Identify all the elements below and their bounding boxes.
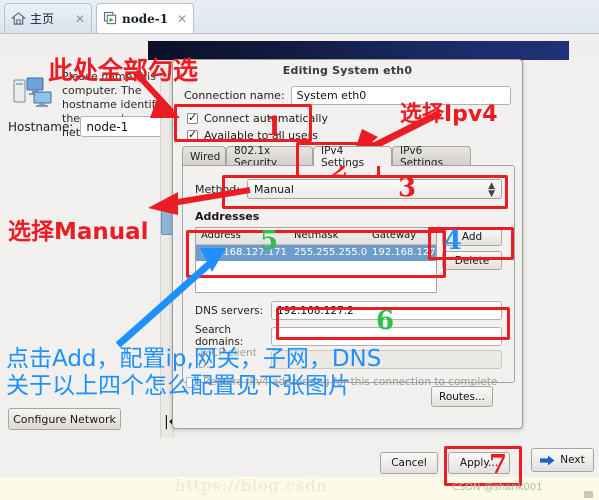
dialog-title: Editing System eth0 — [282, 64, 413, 77]
tab-node-1[interactable]: node-1 ✕ — [96, 3, 194, 33]
column-address: Address — [201, 230, 241, 241]
delete-address-button[interactable]: Delete — [442, 251, 502, 270]
tab-home-label: 主页 — [30, 12, 55, 26]
dns-servers-input[interactable]: 192.168.127.2 — [271, 301, 502, 320]
configure-network-button[interactable]: Configure Network — [8, 408, 121, 430]
connect-automatically-label: Connect automatically — [204, 112, 328, 125]
tab-node-1-label: node-1 — [122, 11, 169, 26]
tab-802-1x-security[interactable]: 802.1x Security — [226, 145, 313, 169]
method-dropdown[interactable]: Manual ▲ ▼ — [246, 179, 502, 199]
dns-servers-row: DNS servers: 192.168.127.2 — [195, 301, 502, 320]
dhcp-client-id-row: DHCP client ID: — [195, 347, 502, 371]
tab-node-1-close-icon[interactable]: ✕ — [173, 12, 187, 26]
connection-name-label: Connection name: — [184, 89, 285, 102]
tab-wired[interactable]: Wired — [182, 146, 226, 166]
column-gateway: Gateway — [372, 230, 417, 241]
watermark-url: https://blog.csdn. — [175, 476, 334, 495]
vm-icon — [103, 11, 118, 26]
cell-netmask: 255.255.255.0 — [294, 247, 368, 258]
search-domains-label: Search domains: — [195, 324, 244, 348]
tab-home-close-icon[interactable]: ✕ — [71, 12, 85, 26]
checkbox-checked-icon — [187, 128, 198, 141]
tab-home[interactable]: 主页 ✕ — [4, 3, 92, 33]
computer-network-icon — [13, 76, 55, 110]
cell-address: 192.168.127.171 — [201, 247, 287, 258]
dhcp-client-id-label: DHCP client ID: — [195, 347, 257, 371]
dns-servers-label: DNS servers: — [195, 304, 264, 317]
available-to-all-users-label: Available to all users — [204, 129, 318, 142]
search-domains-row: Search domains: — [195, 324, 502, 348]
next-button[interactable]: Next — [531, 448, 594, 472]
checkbox-unchecked-icon — [186, 376, 197, 388]
connection-name-input[interactable]: System eth0 — [290, 86, 511, 105]
console-title-bar — [148, 41, 569, 60]
tab-ipv4-settings-label: IPv4 Settings — [321, 144, 365, 169]
column-netmask: Netmask — [294, 230, 339, 241]
ipv4-settings-panel: Method: Manual ▲ ▼ Addresses Address Netm… — [182, 165, 515, 383]
browser-tab-strip: 主页 ✕ node-1 ✕ — [0, 0, 599, 34]
connect-automatically-checkbox[interactable]: Connect automatically — [187, 111, 328, 125]
search-domains-input[interactable] — [271, 326, 502, 346]
addresses-table-header: Address Netmask Gateway — [196, 228, 436, 245]
cell-gateway: 192.168.127.2 — [372, 247, 436, 258]
method-row: Method: Manual ▲ ▼ — [195, 179, 502, 199]
method-value: Manual — [253, 182, 294, 196]
available-to-all-users-checkbox[interactable]: Available to all users — [187, 128, 318, 142]
routes-button[interactable]: Routes... — [431, 386, 493, 407]
home-icon — [10, 11, 27, 26]
next-button-label: Next — [560, 454, 585, 466]
cancel-button[interactable]: Cancel — [380, 452, 438, 474]
apply-button[interactable]: Apply... — [448, 452, 510, 474]
addresses-section-label: Addresses — [195, 210, 260, 223]
watermark-logo-icon — [584, 491, 593, 498]
dialog-tab-bar: Wired 802.1x Security IPv4 Settings IPv6… — [182, 144, 513, 169]
addresses-table[interactable]: Address Netmask Gateway 192.168.127.171 … — [195, 227, 437, 293]
tab-wired-label: Wired — [190, 150, 221, 163]
tab-ipv6-settings[interactable]: IPv6 Settings — [392, 145, 471, 169]
connection-name-row: Connection name: System eth0 — [184, 86, 511, 105]
chevron-updown-icon: ▲ ▼ — [488, 181, 495, 199]
add-address-button[interactable]: Add — [442, 227, 502, 246]
watermark-author: CSDN @shank001 — [452, 482, 543, 493]
edit-connection-dialog: Editing System eth0 Connection name: Sys… — [172, 59, 523, 429]
checkbox-checked-icon — [187, 111, 198, 124]
dhcp-client-id-input — [271, 349, 502, 369]
method-label: Method: — [195, 182, 240, 196]
arrow-right-icon — [540, 455, 555, 466]
hostname-label: Hostname: — [8, 119, 74, 134]
table-row[interactable]: 192.168.127.171 255.255.255.0 192.168.12… — [196, 245, 436, 261]
tab-ipv4-settings[interactable]: IPv4 Settings — [313, 144, 392, 169]
